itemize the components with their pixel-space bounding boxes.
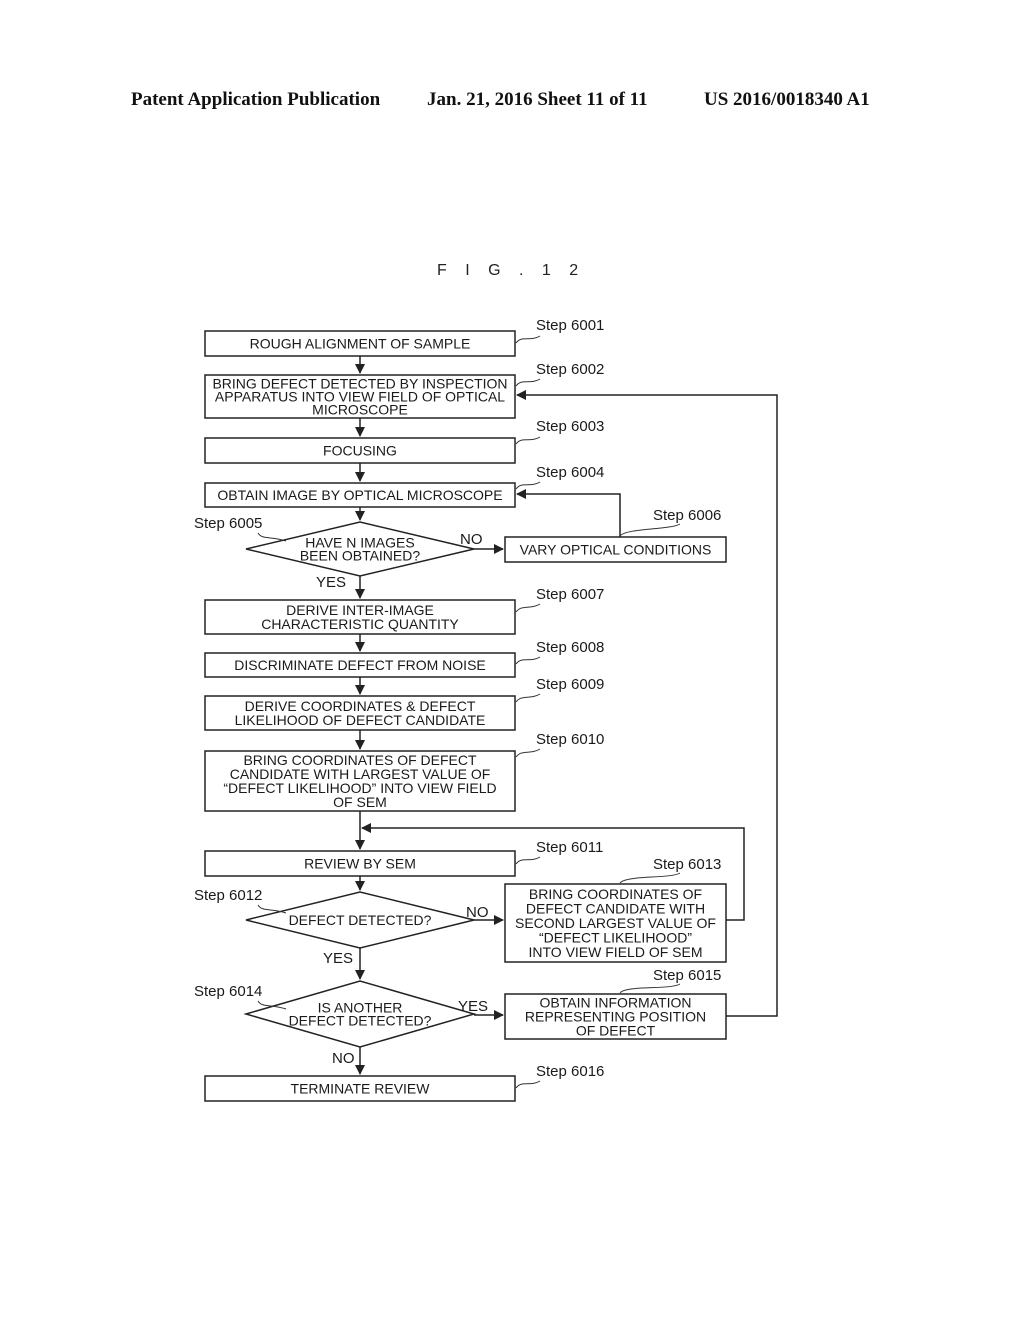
box-text-line: TERMINATE REVIEW — [291, 1081, 431, 1097]
leader-line — [515, 481, 541, 490]
process-box-6010: BRING COORDINATES OF DEFECTCANDIDATE WIT… — [204, 750, 516, 812]
step-label-6016: Step 6016 — [536, 1063, 604, 1080]
box-text-line: MICROSCOPE — [312, 402, 408, 418]
branch-label-6005-yes: YES — [316, 574, 346, 591]
step-label-6006: Step 6006 — [653, 507, 721, 524]
leader-line — [515, 378, 541, 387]
nodes: ROUGH ALIGNMENT OF SAMPLE BRING DEFECT DE… — [204, 330, 727, 1102]
step-label-6007: Step 6007 — [536, 586, 604, 603]
box-text-line: CHARACTERISTIC QUANTITY — [261, 616, 459, 632]
leader-line — [515, 603, 541, 613]
flowchart: ROUGH ALIGNMENT OF SAMPLE BRING DEFECT DE… — [194, 317, 778, 1102]
step-label-6012: Step 6012 — [194, 887, 262, 904]
step-label-6009: Step 6009 — [536, 676, 604, 693]
process-box-6008: DISCRIMINATE DEFECT FROM NOISE — [204, 652, 516, 678]
decision-6012: DEFECT DETECTED? — [245, 891, 475, 949]
process-box-6011: REVIEW BY SEM — [204, 850, 516, 877]
box-text-line: INTO VIEW FIELD OF SEM — [529, 944, 703, 960]
branch-label-6012-yes: YES — [323, 950, 353, 967]
branch-label-6012-no: NO — [466, 904, 489, 921]
step-label-6001: Step 6001 — [536, 317, 604, 334]
decision-6005: HAVE N IMAGESBEEN OBTAINED? — [245, 521, 475, 577]
branch-label-6005-no: NO — [460, 531, 483, 548]
process-box-6003: FOCUSING — [204, 437, 516, 464]
step-label-6014: Step 6014 — [194, 983, 262, 1000]
leader-line — [619, 523, 681, 537]
step-label-6004: Step 6004 — [536, 464, 604, 481]
decision-text-line: BEEN OBTAINED? — [300, 548, 421, 564]
process-box-6013: BRING COORDINATES OFDEFECT CANDIDATE WIT… — [504, 883, 727, 963]
decision-6014: IS ANOTHERDEFECT DETECTED? — [243, 980, 477, 1048]
process-box-6016: TERMINATE REVIEW — [204, 1075, 516, 1102]
step-label-6011: Step 6011 — [536, 839, 603, 856]
box-text-line: REVIEW BY SEM — [304, 856, 416, 872]
leader-line — [515, 656, 541, 665]
box-text-line: OF DEFECT — [576, 1023, 656, 1039]
decision-text-line: DEFECT DETECTED? — [289, 912, 432, 928]
box-text-line: ROUGH ALIGNMENT OF SAMPLE — [250, 336, 471, 352]
leader-line — [515, 1080, 541, 1089]
box-text-line: LIKELIHOOD OF DEFECT CANDIDATE — [235, 712, 486, 728]
step-label-6013: Step 6013 — [653, 856, 721, 873]
branch-label-6014-yes: YES — [458, 998, 488, 1015]
process-box-6004: OBTAIN IMAGE BY OPTICAL MICROSCOPE — [204, 482, 516, 508]
leader-line — [515, 436, 541, 445]
leader-line — [515, 693, 541, 703]
box-text-line: FOCUSING — [323, 443, 397, 459]
leader-line — [619, 872, 681, 884]
arrow-6006-6004 — [516, 489, 621, 537]
leader-line — [257, 532, 287, 542]
leader-line — [515, 856, 541, 865]
leader-line — [619, 983, 681, 994]
branch-label-6014-no: NO — [332, 1050, 355, 1067]
process-box-6015: OBTAIN INFORMATIONREPRESENTING POSITIONO… — [504, 993, 727, 1040]
process-box-6007: DERIVE INTER-IMAGECHARACTERISTIC QUANTIT… — [204, 599, 516, 635]
leader-line — [257, 904, 287, 914]
process-box-6001: ROUGH ALIGNMENT OF SAMPLE — [204, 330, 516, 357]
step-label-6010: Step 6010 — [536, 731, 604, 748]
leader-line — [515, 748, 541, 758]
step-label-6002: Step 6002 — [536, 361, 604, 378]
box-text-line: DISCRIMINATE DEFECT FROM NOISE — [234, 657, 486, 673]
decision-text-line: DEFECT DETECTED? — [289, 1013, 432, 1029]
box-text-line: VARY OPTICAL CONDITIONS — [520, 542, 712, 558]
step-label-6008: Step 6008 — [536, 639, 604, 656]
process-box-6006: VARY OPTICAL CONDITIONS — [504, 536, 727, 563]
box-text-line: OBTAIN IMAGE BY OPTICAL MICROSCOPE — [217, 487, 502, 503]
step-label-6005: Step 6005 — [194, 515, 262, 532]
process-box-6009: DERIVE COORDINATES & DEFECTLIKELIHOOD OF… — [204, 695, 516, 731]
process-box-6002: BRING DEFECT DETECTED BY INSPECTIONAPPAR… — [204, 374, 516, 419]
step-label-6003: Step 6003 — [536, 418, 604, 435]
leader-line — [515, 335, 541, 344]
box-text-line: OF SEM — [333, 794, 387, 810]
step-label-6015: Step 6015 — [653, 967, 721, 984]
